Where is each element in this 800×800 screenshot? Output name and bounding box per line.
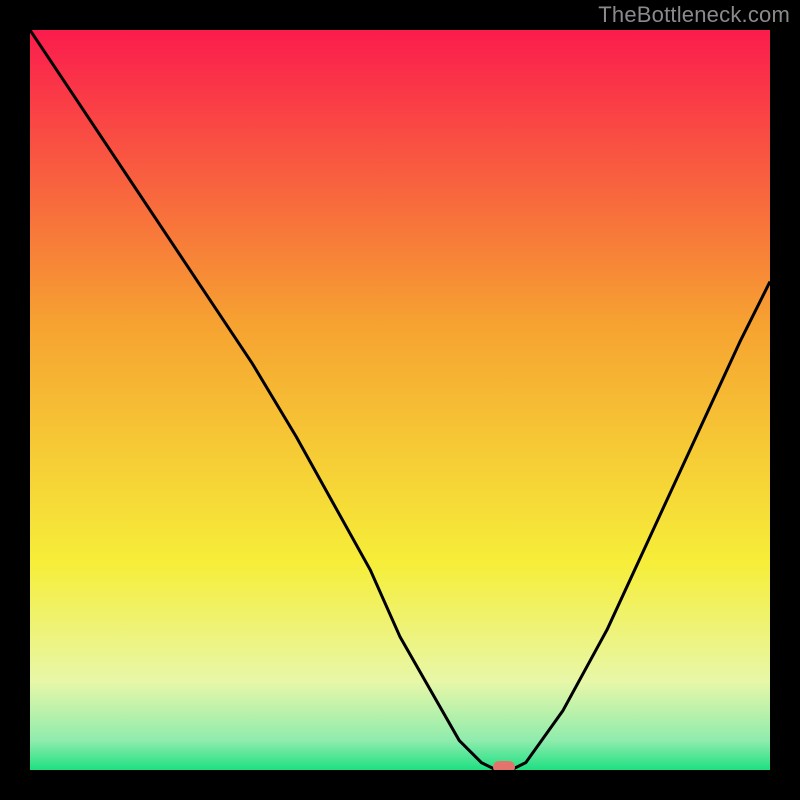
gradient-background — [30, 30, 770, 770]
chart-svg — [30, 30, 770, 770]
optimal-point-marker — [493, 761, 515, 770]
chart-area — [30, 30, 770, 770]
attribution-text: TheBottleneck.com — [598, 2, 790, 28]
